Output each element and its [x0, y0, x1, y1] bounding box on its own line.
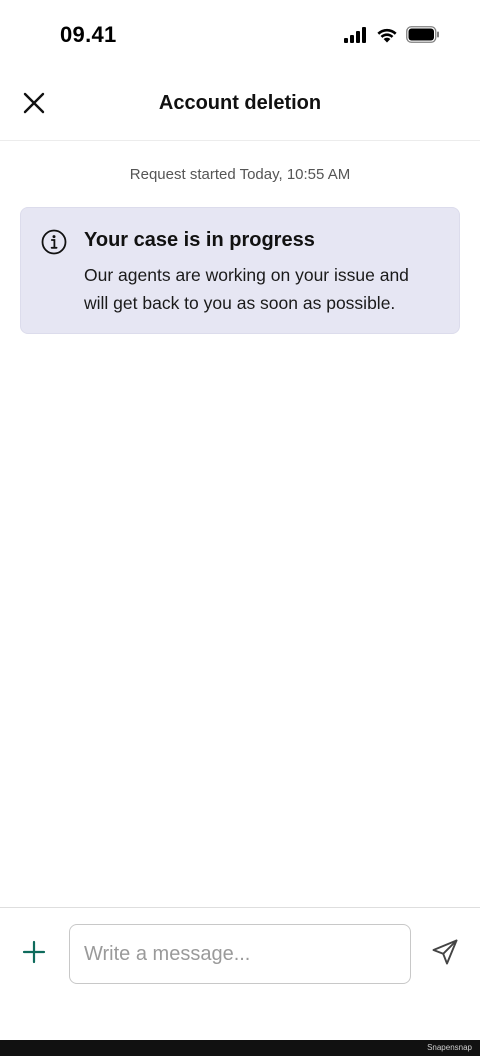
request-started-text: Request started Today, 10:55 AM: [129, 166, 351, 183]
nav-header: Account deletion: [0, 70, 480, 141]
chat-screen: 09.41 Account deletion Request started T…: [0, 0, 480, 1056]
case-status-card: Your case is in progress Our agents are …: [20, 207, 460, 334]
signal-icon: [344, 26, 368, 48]
wifi-icon: [376, 27, 398, 48]
bottom-strip: Snapensnap: [0, 1040, 480, 1056]
case-status-body: Our agents are working on your issue and…: [84, 265, 409, 313]
message-input[interactable]: [69, 924, 411, 984]
add-attachment-button[interactable]: [18, 938, 50, 970]
watermark-text: Snapensnap: [427, 1043, 472, 1052]
message-composer: [0, 907, 480, 1041]
status-icons: [344, 26, 440, 48]
battery-icon: [406, 26, 440, 48]
send-button[interactable]: [428, 937, 462, 971]
page-title: Account deletion: [158, 92, 322, 114]
status-bar: 09.41: [0, 0, 480, 70]
plus-icon: [22, 940, 46, 969]
case-status-title: Your case is in progress: [84, 229, 315, 251]
send-icon: [431, 938, 459, 971]
status-time: 09.41: [60, 22, 117, 47]
info-icon: [41, 229, 67, 255]
